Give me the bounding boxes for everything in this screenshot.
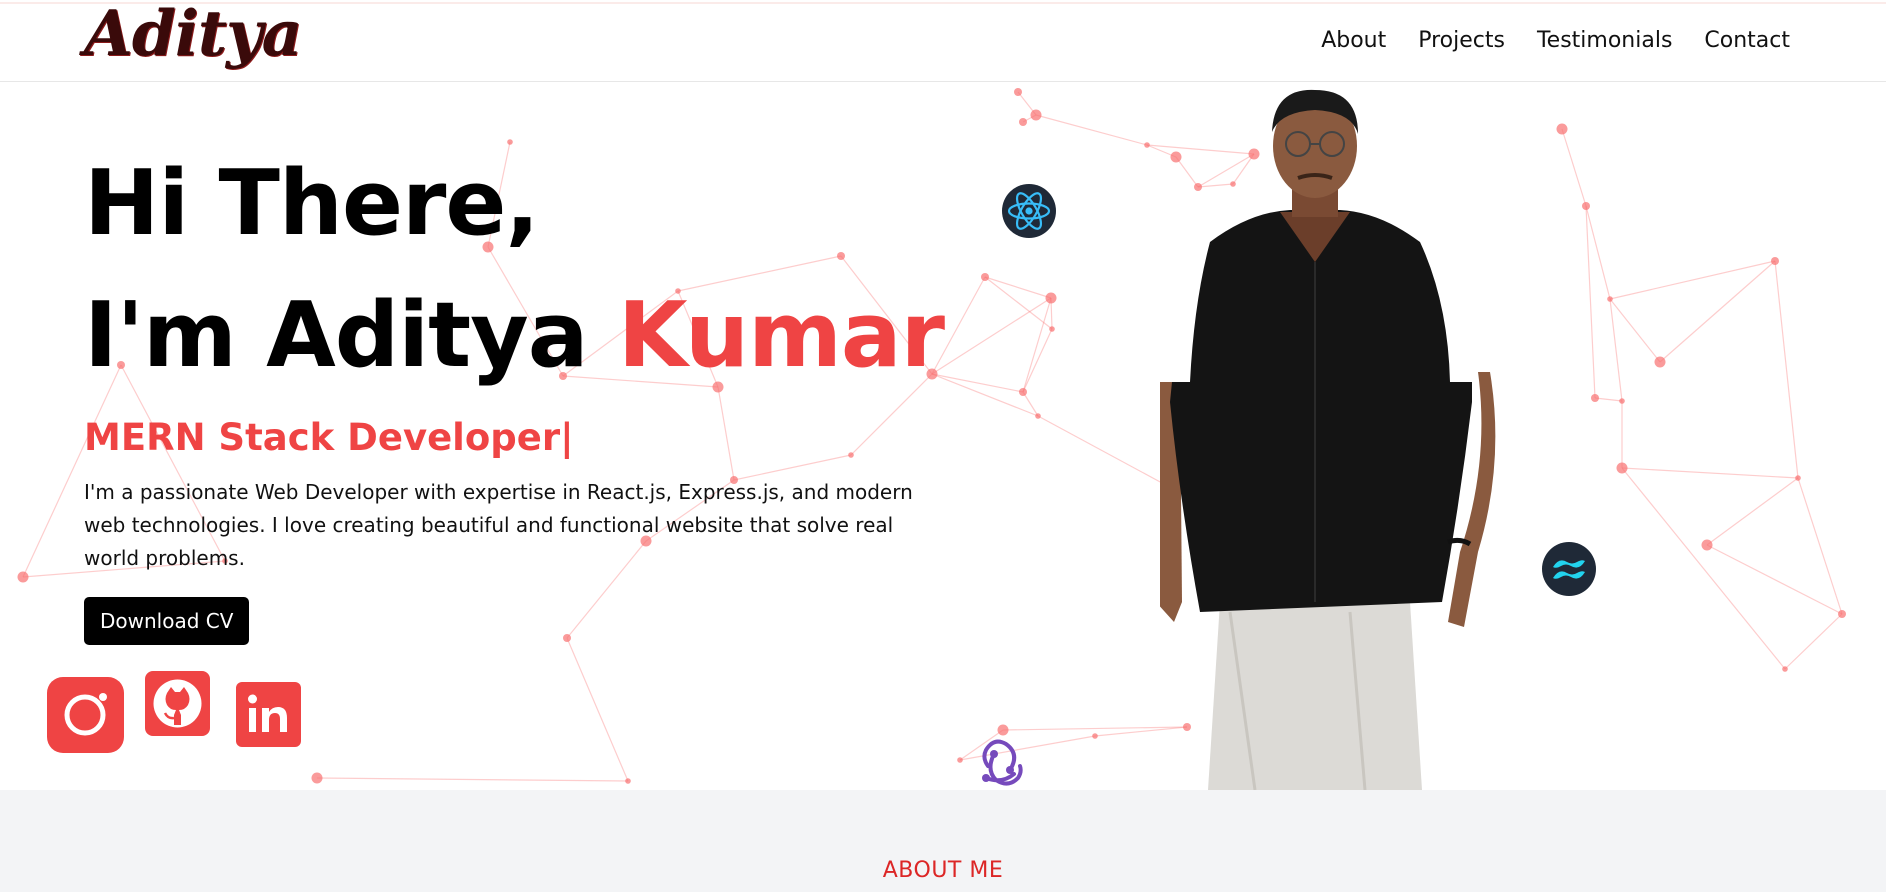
network-node: [1591, 394, 1599, 402]
main-nav: About Projects Testimonials Contact: [1321, 28, 1790, 53]
network-line: [316, 777, 629, 782]
hero-bio: I'm a passionate Web Developer with expe…: [84, 480, 913, 570]
network-node: [311, 772, 323, 784]
hero-role: MERN Stack Developer|: [84, 416, 574, 459]
network-node: [1019, 388, 1027, 396]
hero-section: Hi There, I'm Aditya Kumar MERN Stack De…: [84, 138, 945, 645]
site-logo[interactable]: Aditya: [84, 0, 302, 70]
network-line: [1774, 260, 1799, 479]
network-node: [1619, 398, 1625, 404]
redux-badge: [972, 734, 1032, 792]
nav-about-link[interactable]: About: [1321, 28, 1386, 53]
network-line: [1022, 328, 1053, 393]
linkedin-icon: [248, 694, 287, 732]
site-header: Aditya About Projects Testimonials Conta…: [0, 0, 1886, 82]
network-line: [1659, 260, 1776, 363]
network-line: [1784, 613, 1843, 670]
network-node: [1014, 88, 1022, 96]
network-node: [1092, 733, 1098, 739]
network-line: [1706, 477, 1799, 546]
linkedin-link[interactable]: [236, 682, 301, 747]
network-node: [1019, 118, 1027, 126]
tailwind-icon: [1542, 542, 1596, 596]
network-line: [1706, 544, 1843, 615]
instagram-link[interactable]: [47, 677, 124, 753]
network-node: [1654, 356, 1666, 368]
network-line: [1561, 128, 1587, 207]
network-line: [984, 276, 1052, 299]
hero-greeting: Hi There,: [84, 151, 540, 256]
network-line: [1621, 467, 1799, 479]
nav-projects-link[interactable]: Projects: [1418, 28, 1505, 53]
nav-testimonials-link[interactable]: Testimonials: [1537, 28, 1672, 53]
network-line: [1621, 467, 1786, 670]
profile-photo: [1160, 89, 1496, 790]
github-link[interactable]: [145, 671, 210, 736]
network-node: [1049, 326, 1055, 332]
network-line: [1609, 298, 1623, 402]
network-node: [1782, 666, 1788, 672]
hero-name: I'm Aditya Kumar: [84, 270, 945, 402]
network-line: [1037, 415, 1176, 491]
network-line: [566, 637, 629, 782]
download-cv-button[interactable]: Download CV: [84, 597, 250, 645]
react-icon: [1002, 184, 1056, 238]
network-line: [931, 297, 1052, 375]
network-node: [1607, 296, 1613, 302]
network-node: [1582, 202, 1590, 210]
tailwind-badge: [1541, 541, 1597, 597]
nav-contact-link[interactable]: Contact: [1704, 28, 1790, 53]
react-badge: [1001, 183, 1057, 239]
redux-icon: [982, 739, 1023, 786]
network-line: [1609, 260, 1776, 300]
network-node: [625, 778, 631, 784]
github-icon: [153, 679, 202, 728]
network-node: [1030, 109, 1042, 121]
network-node: [981, 273, 989, 281]
network-line: [1797, 477, 1843, 615]
hero-name-highlight: Kumar: [617, 283, 945, 388]
instagram-icon: [64, 693, 107, 736]
network-node: [1144, 142, 1150, 148]
network-line: [1035, 114, 1148, 146]
network-line: [931, 373, 1024, 393]
network-line: [984, 276, 1053, 330]
network-node: [1616, 462, 1628, 474]
network-node: [1701, 539, 1713, 551]
about-title: ABOUT ME: [882, 858, 1004, 883]
network-line: [1609, 298, 1661, 363]
network-line: [1022, 297, 1052, 393]
network-node: [17, 571, 29, 583]
network-node: [1771, 257, 1779, 265]
network-node: [1795, 475, 1801, 481]
network-node: [1035, 413, 1041, 419]
network-node: [1556, 123, 1568, 135]
network-line: [1594, 397, 1623, 402]
network-node: [1045, 292, 1057, 304]
network-node: [1838, 610, 1846, 618]
hero-name-prefix: I'm Aditya: [84, 283, 618, 388]
network-node: [957, 757, 963, 763]
